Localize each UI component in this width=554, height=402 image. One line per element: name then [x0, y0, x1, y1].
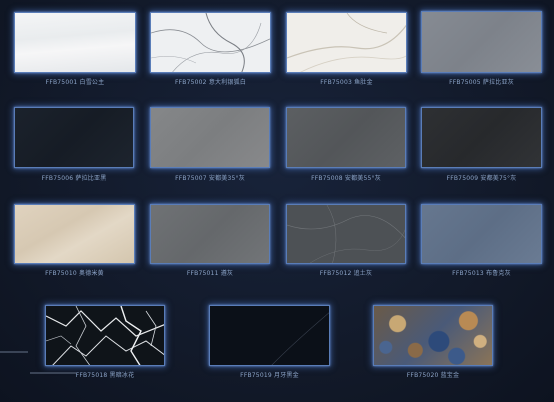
tile-name: 安都美55°灰: [344, 175, 381, 182]
tile-code: FFB75012: [319, 270, 352, 277]
tile-ffb75011[interactable]: [150, 204, 270, 264]
tile-ffb75020[interactable]: [373, 305, 493, 366]
tile-caption: FFB75013 布鲁克灰: [421, 270, 542, 278]
tile-code: FFB75005: [449, 79, 481, 86]
tile-code: FFB75009: [446, 175, 479, 182]
tile-code: FFB75003: [320, 79, 352, 86]
tile-caption: FFB75008 安都美55°灰: [286, 175, 406, 183]
marble-veins: [287, 205, 405, 263]
tile-code: FFB75020: [406, 372, 439, 379]
tile-code: FFB75018: [75, 372, 108, 379]
tile-name: 萨拉比亚黑: [75, 175, 107, 182]
tile-ffb75019[interactable]: [209, 305, 330, 366]
tile-name: 鱼肚金: [354, 79, 373, 86]
marble-veins: [287, 13, 406, 72]
tile-code: FFB75002: [174, 79, 207, 86]
tile-caption: FFB75007 安都美35°灰: [150, 175, 270, 183]
tile-ffb75001[interactable]: [14, 12, 136, 73]
tile-code: FFB75013: [452, 270, 484, 277]
decorative-line: [0, 351, 28, 353]
tile-caption: FFB75011 遵灰: [150, 270, 270, 278]
tile-code: FFB75010: [45, 270, 77, 277]
tile-ffb75007[interactable]: [150, 107, 270, 168]
marble-veins: [151, 13, 270, 72]
tile-ffb75002[interactable]: [150, 12, 271, 73]
tile-code: FFB75011: [186, 270, 219, 277]
tile-name: 萨拉比亚灰: [482, 79, 514, 86]
tile-ffb75009[interactable]: [421, 107, 542, 168]
tile-code: FFB75019: [240, 372, 272, 379]
tile-ffb75005[interactable]: [421, 11, 542, 73]
tile-caption: FFB75003 鱼肚金: [286, 79, 407, 87]
marble-veins: [46, 306, 164, 365]
tile-name: 黑暗冰花: [109, 372, 135, 379]
tile-caption: FFB75012 追土灰: [286, 270, 406, 278]
tile-name: 追土灰: [353, 270, 373, 277]
tile-caption: FFB75020 蓝宝金: [373, 372, 493, 380]
tile-ffb75003[interactable]: [286, 12, 407, 73]
tile-caption: FFB75010 奥德米黄: [14, 270, 135, 278]
tile-name: 白雪公主: [79, 79, 105, 86]
tile-code: FFB75001: [45, 79, 78, 86]
tile-name: 奥德米黄: [79, 270, 104, 277]
tile-ffb75010[interactable]: [14, 204, 135, 264]
tile-name: 布鲁克灰: [486, 270, 511, 277]
tile-ffb75018[interactable]: [45, 305, 165, 366]
tile-name: 安都美35°灰: [208, 175, 245, 182]
tile-caption: FFB75005 萨拉比亚灰: [421, 79, 542, 87]
tile-caption: FFB75002 意大利银狐白: [150, 79, 271, 87]
tile-code: FFB75006: [41, 175, 74, 182]
tile-name: 安都美75°灰: [480, 175, 517, 182]
tile-caption: FFB75001 白雪公主: [14, 79, 136, 87]
marble-veins: [271, 312, 329, 365]
decorative-line: [30, 372, 76, 374]
tile-name: 蓝宝金: [440, 372, 460, 379]
tile-caption: FFB75019 月牙黑金: [209, 372, 330, 380]
tile-code: FFB75008: [311, 175, 343, 182]
tile-ffb75012[interactable]: [286, 204, 406, 264]
tile-name: 月牙黑金: [274, 372, 299, 379]
tile-name: 意大利银狐白: [208, 79, 247, 86]
tile-caption: FFB75006 萨拉比亚黑: [14, 175, 134, 183]
tile-code: FFB75007: [175, 175, 207, 182]
tile-caption: FFB75009 安都美75°灰: [421, 175, 542, 183]
tile-ffb75013[interactable]: [421, 204, 542, 264]
tile-ffb75008[interactable]: [286, 107, 406, 168]
tile-name: 遵灰: [220, 270, 234, 277]
tile-ffb75006[interactable]: [14, 107, 134, 168]
